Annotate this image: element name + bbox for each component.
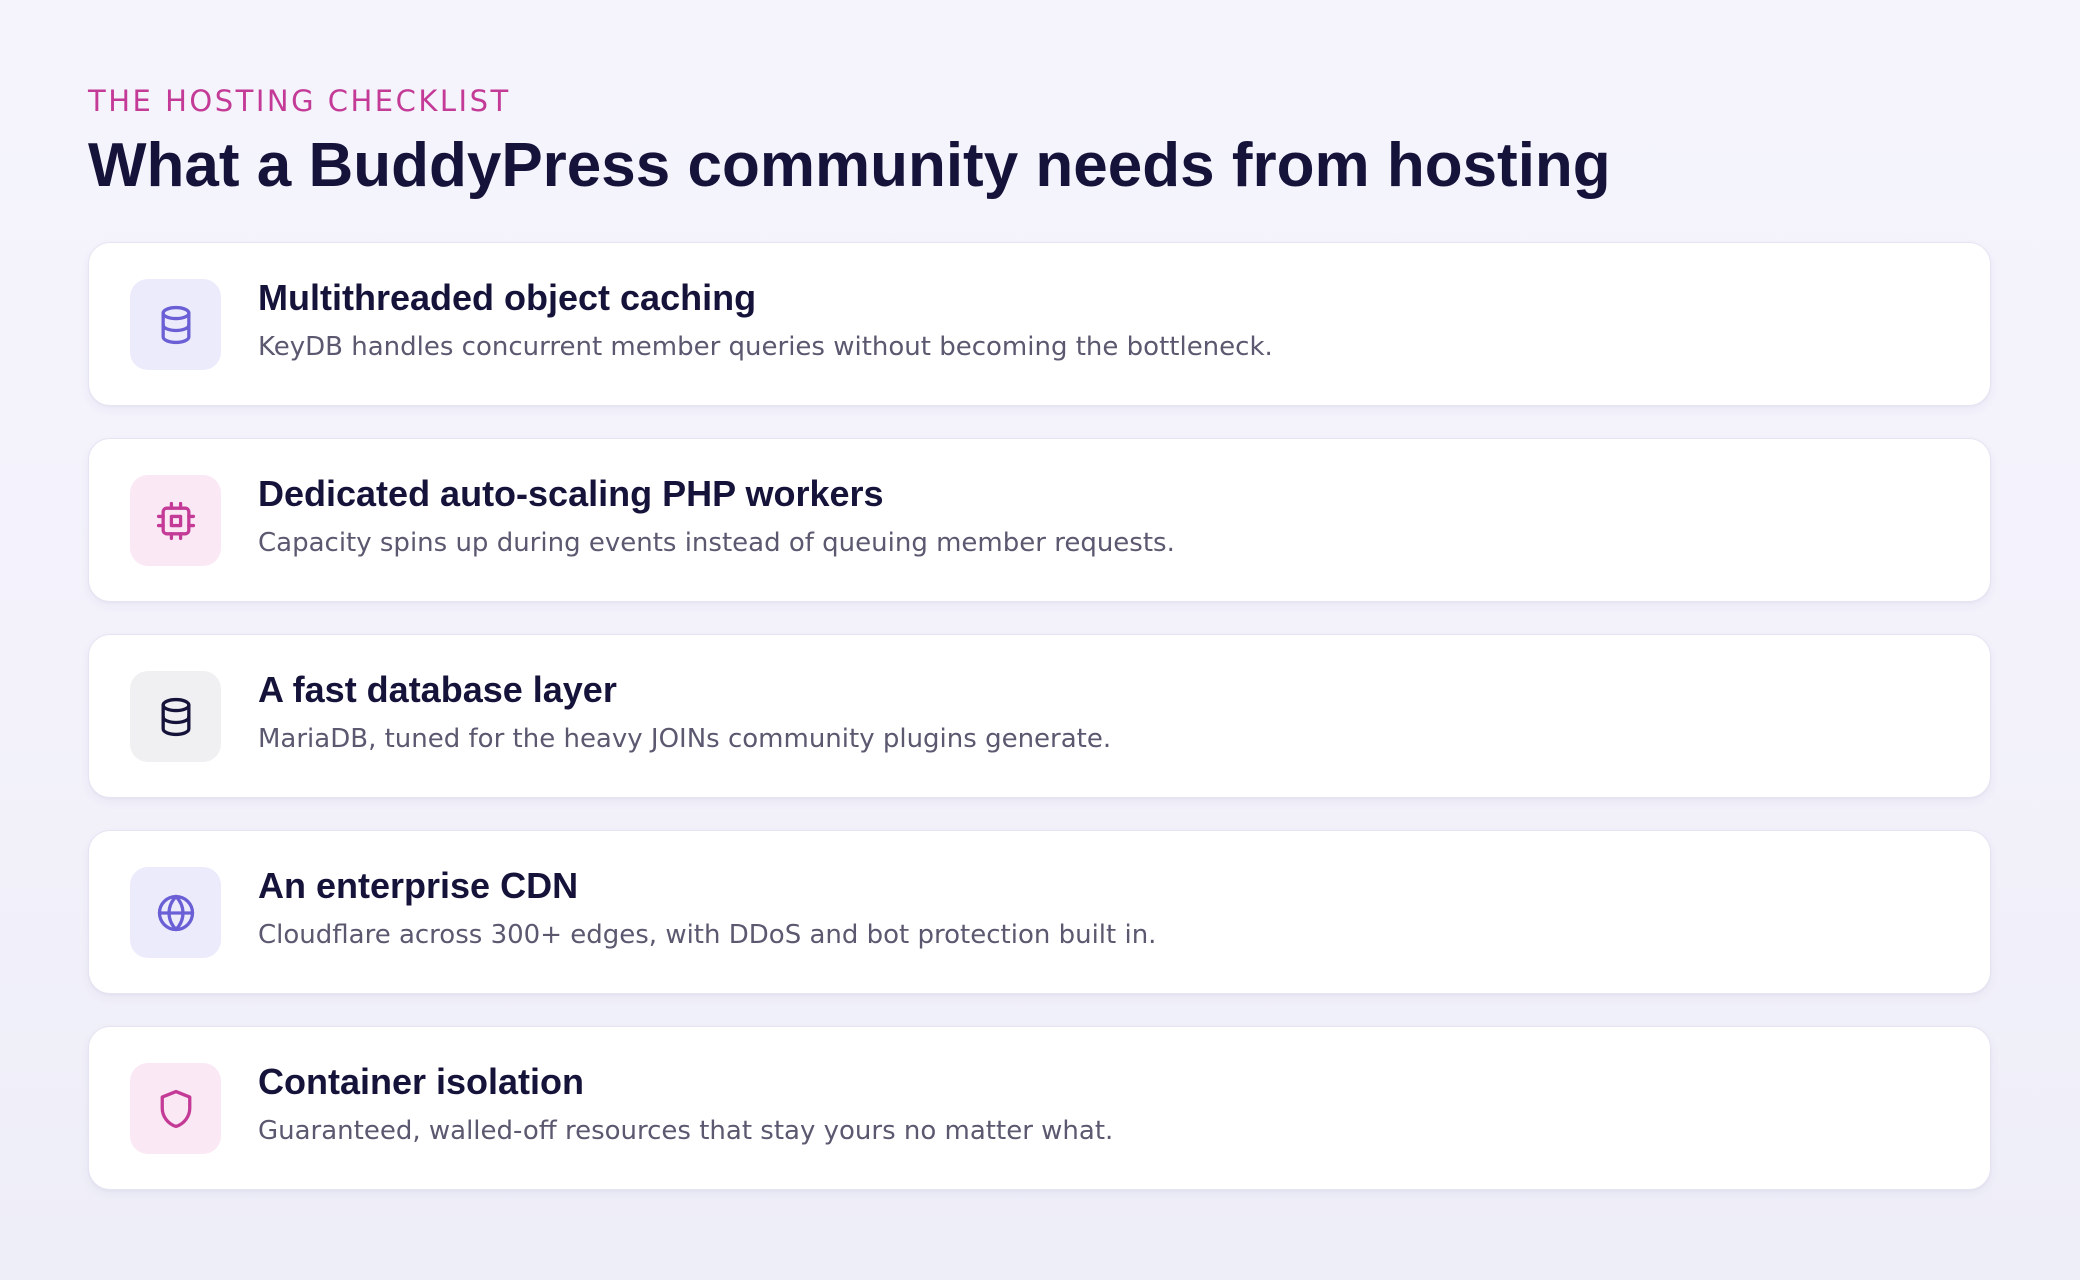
card-title: Multithreaded object caching [258,277,757,318]
checklist-card-container-isolation: Container isolation Guaranteed, walled-o… [88,1026,1991,1190]
checklist-card-cdn: An enterprise CDN Cloudflare across 300+… [88,830,1991,994]
icon-tile [130,1063,221,1154]
card-description: Cloudflare across 300+ edges, with DDoS … [258,920,1157,950]
checklist-card-object-caching: Multithreaded object caching KeyDB handl… [88,242,1991,406]
icon-tile [130,867,221,958]
card-description: MariaDB, tuned for the heavy JOINs commu… [258,724,1112,754]
icon-tile [130,475,221,566]
card-title: Container isolation [258,1061,585,1102]
eyebrow-label: THE HOSTING CHECKLIST [88,84,511,118]
page: THE HOSTING CHECKLIST What a BuddyPress … [0,0,2080,1280]
icon-tile [130,671,221,762]
card-title: An enterprise CDN [258,865,579,906]
database-icon [154,303,198,347]
card-title: A fast database layer [258,669,617,710]
checklist: Multithreaded object caching KeyDB handl… [88,242,1991,1190]
cpu-icon [154,499,198,543]
checklist-card-php-workers: Dedicated auto-scaling PHP workers Capac… [88,438,1991,602]
shield-icon [154,1087,198,1131]
card-description: Guaranteed, walled-off resources that st… [258,1116,1114,1146]
database-icon [154,695,198,739]
card-title: Dedicated auto-scaling PHP workers [258,473,884,514]
card-description: KeyDB handles concurrent member queries … [258,332,1273,362]
icon-tile [130,279,221,370]
page-title: What a BuddyPress community needs from h… [88,131,1611,200]
card-description: Capacity spins up during events instead … [258,528,1175,558]
globe-icon [154,891,198,935]
checklist-card-database: A fast database layer MariaDB, tuned for… [88,634,1991,798]
